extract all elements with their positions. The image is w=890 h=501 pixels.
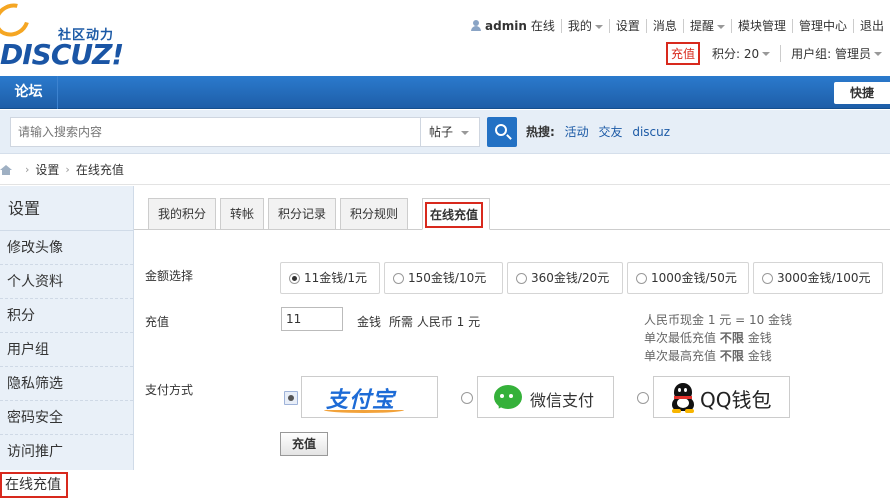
amount-option[interactable]: 3000金钱/100元 bbox=[753, 262, 883, 294]
chevron-down-icon bbox=[874, 52, 882, 56]
chevron-down-icon bbox=[716, 24, 725, 29]
amount-label: 金额选择 bbox=[145, 269, 194, 283]
sidebar-item-promotion[interactable]: 访问推广 bbox=[0, 435, 133, 469]
alipay-swoosh-icon bbox=[324, 407, 404, 413]
home-icon[interactable] bbox=[0, 164, 12, 175]
sidebar-item-privacy[interactable]: 隐私筛选 bbox=[0, 367, 133, 401]
breadcrumb-item[interactable]: 在线充值 bbox=[76, 161, 124, 178]
search-bar: 帖子 热搜: 活动 交友 discuz bbox=[0, 110, 890, 154]
nav-settings[interactable]: 设置 bbox=[608, 19, 646, 33]
nav-admin-center[interactable]: 管理中心 bbox=[791, 19, 853, 33]
nav-logout[interactable]: 退出 bbox=[852, 19, 890, 33]
sidebar-item-credits[interactable]: 积分 bbox=[0, 299, 133, 333]
amount-option[interactable]: 360金钱/20元 bbox=[507, 262, 623, 294]
discuz-logo[interactable]: 社区动力 DISCUZ! bbox=[0, 0, 130, 71]
amount-option[interactable]: 150金钱/10元 bbox=[384, 262, 503, 294]
sidebar-item-profile[interactable]: 个人资料 bbox=[0, 265, 133, 299]
sidebar-item-usergroup[interactable]: 用户组 bbox=[0, 333, 133, 367]
search-input[interactable] bbox=[10, 117, 420, 147]
credit-tabs: 我的积分 转帐 积分记录 积分规则 bbox=[148, 198, 412, 230]
amount-option[interactable]: 11金钱/1元 bbox=[280, 262, 380, 294]
qq-wallet-option[interactable]: QQ钱包 bbox=[653, 376, 790, 418]
search-scope-select[interactable]: 帖子 bbox=[420, 117, 480, 147]
logo-wordmark: DISCUZ! bbox=[0, 38, 124, 71]
unit-label: 金钱 bbox=[357, 315, 382, 329]
hot-search: 热搜: 活动 交友 discuz bbox=[526, 117, 676, 147]
max-recharge: 单次最高充值 不限 金钱 bbox=[644, 349, 772, 363]
pay-method-label: 支付方式 bbox=[145, 383, 194, 397]
radio-icon[interactable] bbox=[637, 392, 649, 404]
recharge-submit-button[interactable]: 充值 bbox=[280, 432, 328, 456]
recharge-amount-input[interactable] bbox=[281, 307, 343, 331]
logo-bubble-icon bbox=[0, 0, 36, 43]
breadcrumb-item[interactable]: 设置 bbox=[35, 161, 59, 178]
tab-underline bbox=[134, 229, 890, 230]
chevron-down-icon bbox=[461, 131, 469, 135]
alipay-option[interactable]: 支付宝 bbox=[301, 376, 438, 418]
hot-search-label: 热搜: bbox=[526, 125, 555, 139]
quick-nav-button[interactable]: 快捷 bbox=[834, 82, 890, 104]
tab-transfer[interactable]: 转帐 bbox=[220, 198, 265, 230]
hot-link[interactable]: 活动 bbox=[565, 125, 589, 139]
nav-my[interactable]: 我的 bbox=[560, 19, 609, 33]
main-navbar: 论坛 快捷 bbox=[0, 76, 890, 109]
chevron-right-icon: › bbox=[65, 163, 70, 176]
qq-wallet-label: QQ钱包 bbox=[700, 388, 772, 412]
credits-menu[interactable]: 积分: 20 bbox=[712, 44, 782, 62]
tab-recharge[interactable]: 在线充值 bbox=[422, 198, 490, 230]
nav-forum[interactable]: 论坛 bbox=[0, 76, 58, 109]
online-status: 在线 bbox=[530, 19, 555, 33]
wechat-pay-option[interactable]: 微信支付 bbox=[477, 376, 614, 418]
nav-module-manage[interactable]: 模块管理 bbox=[730, 19, 792, 33]
search-button[interactable] bbox=[487, 117, 517, 147]
needs-text: 所需 人民币 1 元 bbox=[389, 315, 481, 329]
tab-credit-rules[interactable]: 积分规则 bbox=[340, 198, 409, 230]
wechat-icon bbox=[494, 385, 522, 409]
hot-link[interactable]: discuz bbox=[632, 125, 670, 139]
radio-icon bbox=[636, 273, 647, 284]
tab-recharge-label: 在线充值 bbox=[425, 202, 483, 228]
chevron-down-icon bbox=[594, 24, 603, 29]
chevron-down-icon bbox=[762, 52, 771, 56]
user-nav-secondary: 充值 积分: 20 用户组: 管理员 bbox=[665, 41, 890, 65]
chevron-right-icon: › bbox=[25, 163, 30, 176]
amount-option[interactable]: 1000金钱/50元 bbox=[627, 262, 749, 294]
sidebar-item-avatar[interactable]: 修改头像 bbox=[0, 231, 133, 265]
radio-icon bbox=[762, 273, 773, 284]
sidebar-item-recharge[interactable]: 在线充值 bbox=[0, 472, 68, 498]
user-group-menu[interactable]: 用户组: 管理员 bbox=[781, 45, 890, 62]
search-icon bbox=[495, 124, 507, 136]
recharge-label: 充值 bbox=[145, 315, 170, 329]
settings-sidebar: 设置 修改头像 个人资料 积分 用户组 隐私筛选 密码安全 访问推广 bbox=[0, 186, 134, 470]
qq-penguin-icon bbox=[672, 383, 694, 413]
recharge-link[interactable]: 充值 bbox=[665, 41, 700, 65]
radio-checked-icon bbox=[289, 273, 300, 284]
username[interactable]: admin bbox=[485, 19, 527, 33]
tab-my-credits[interactable]: 我的积分 bbox=[148, 198, 217, 230]
radio-icon[interactable] bbox=[461, 392, 473, 404]
sidebar-title: 设置 bbox=[0, 186, 133, 231]
sidebar-item-security[interactable]: 密码安全 bbox=[0, 401, 133, 435]
hot-link[interactable]: 交友 bbox=[598, 125, 622, 139]
user-nav: admin 在线 我的 设置 消息 提醒 模块管理 管理中心 退出 bbox=[465, 17, 890, 35]
exchange-rate: 人民币现金 1 元 = 10 金钱 bbox=[644, 313, 793, 327]
radio-icon bbox=[516, 273, 527, 284]
site-header: 社区动力 DISCUZ! admin 在线 我的 设置 消息 提醒 模块管理 管理… bbox=[0, 0, 890, 76]
nav-reminders[interactable]: 提醒 bbox=[682, 19, 731, 33]
radio-icon bbox=[393, 273, 404, 284]
user-status[interactable]: admin 在线 bbox=[465, 19, 561, 33]
nav-messages[interactable]: 消息 bbox=[645, 19, 683, 33]
breadcrumb: › 设置 › 在线充值 bbox=[0, 155, 890, 185]
tab-credit-log[interactable]: 积分记录 bbox=[268, 198, 337, 230]
wechat-pay-label: 微信支付 bbox=[530, 391, 595, 410]
radio-checked-icon[interactable] bbox=[284, 391, 298, 405]
min-recharge: 单次最低充值 不限 金钱 bbox=[644, 331, 772, 345]
user-icon bbox=[471, 20, 482, 31]
